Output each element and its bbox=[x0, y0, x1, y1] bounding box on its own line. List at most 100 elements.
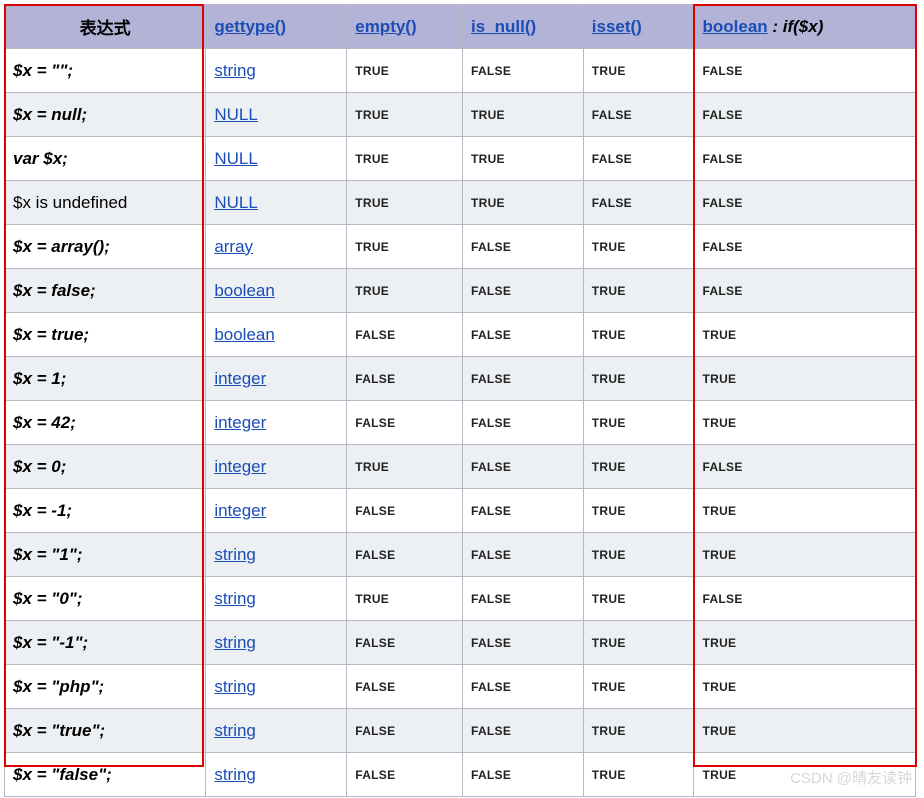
cell-isset: FALSE bbox=[583, 181, 694, 225]
cell-isset: FALSE bbox=[583, 93, 694, 137]
type-link[interactable]: string bbox=[214, 589, 256, 608]
header-isnull[interactable]: is_null() bbox=[462, 5, 583, 49]
cell-isnull: FALSE bbox=[462, 753, 583, 797]
cell-empty: TRUE bbox=[347, 49, 463, 93]
empty-link[interactable]: empty() bbox=[355, 17, 416, 36]
cell-isset: FALSE bbox=[583, 137, 694, 181]
type-link[interactable]: integer bbox=[214, 457, 266, 476]
table-row: $x = "php";stringFALSEFALSETRUETRUE bbox=[5, 665, 916, 709]
cell-empty: FALSE bbox=[347, 533, 463, 577]
type-comparison-table: 表达式 gettype() empty() is_null() isset() … bbox=[4, 4, 916, 797]
type-link[interactable]: string bbox=[214, 545, 256, 564]
cell-gettype: NULL bbox=[206, 181, 347, 225]
boolean-link[interactable]: boolean bbox=[702, 17, 767, 36]
cell-isset: TRUE bbox=[583, 445, 694, 489]
cell-empty: FALSE bbox=[347, 401, 463, 445]
cell-expression: $x = "-1"; bbox=[5, 621, 206, 665]
header-isset[interactable]: isset() bbox=[583, 5, 694, 49]
cell-empty: TRUE bbox=[347, 445, 463, 489]
cell-gettype: string bbox=[206, 533, 347, 577]
cell-empty: FALSE bbox=[347, 357, 463, 401]
cell-isset: TRUE bbox=[583, 489, 694, 533]
cell-boolean: FALSE bbox=[694, 445, 916, 489]
table-row: $x = 1;integerFALSEFALSETRUETRUE bbox=[5, 357, 916, 401]
table-row: $x = -1;integerFALSEFALSETRUETRUE bbox=[5, 489, 916, 533]
cell-gettype: integer bbox=[206, 489, 347, 533]
header-empty[interactable]: empty() bbox=[347, 5, 463, 49]
cell-isset: TRUE bbox=[583, 401, 694, 445]
cell-isnull: FALSE bbox=[462, 401, 583, 445]
cell-empty: FALSE bbox=[347, 313, 463, 357]
type-link[interactable]: integer bbox=[214, 369, 266, 388]
cell-isnull: FALSE bbox=[462, 225, 583, 269]
table-row: var $x;NULLTRUETRUEFALSEFALSE bbox=[5, 137, 916, 181]
cell-empty: TRUE bbox=[347, 225, 463, 269]
type-link[interactable]: NULL bbox=[214, 149, 257, 168]
cell-isset: TRUE bbox=[583, 533, 694, 577]
cell-gettype: NULL bbox=[206, 137, 347, 181]
type-link[interactable]: NULL bbox=[214, 105, 257, 124]
cell-isset: TRUE bbox=[583, 49, 694, 93]
cell-empty: TRUE bbox=[347, 93, 463, 137]
boolean-ifx: : if($x) bbox=[768, 17, 824, 36]
cell-empty: FALSE bbox=[347, 665, 463, 709]
type-link[interactable]: NULL bbox=[214, 193, 257, 212]
cell-expression: $x = 42; bbox=[5, 401, 206, 445]
cell-boolean: FALSE bbox=[694, 269, 916, 313]
type-link[interactable]: integer bbox=[214, 413, 266, 432]
type-link[interactable]: boolean bbox=[214, 281, 275, 300]
table-row: $x = true;booleanFALSEFALSETRUETRUE bbox=[5, 313, 916, 357]
cell-isset: TRUE bbox=[583, 621, 694, 665]
cell-boolean: TRUE bbox=[694, 709, 916, 753]
table-row: $x = "0";stringTRUEFALSETRUEFALSE bbox=[5, 577, 916, 621]
gettype-link[interactable]: gettype() bbox=[214, 17, 286, 36]
cell-gettype: boolean bbox=[206, 269, 347, 313]
cell-boolean: FALSE bbox=[694, 93, 916, 137]
cell-expression: $x = 0; bbox=[5, 445, 206, 489]
cell-isset: TRUE bbox=[583, 577, 694, 621]
cell-gettype: integer bbox=[206, 357, 347, 401]
cell-expression: $x = "0"; bbox=[5, 577, 206, 621]
cell-expression: $x = ""; bbox=[5, 49, 206, 93]
cell-empty: FALSE bbox=[347, 621, 463, 665]
cell-boolean: TRUE bbox=[694, 489, 916, 533]
table-row: $x = "1";stringFALSEFALSETRUETRUE bbox=[5, 533, 916, 577]
cell-boolean: TRUE bbox=[694, 401, 916, 445]
table-row: $x = 0;integerTRUEFALSETRUEFALSE bbox=[5, 445, 916, 489]
type-link[interactable]: string bbox=[214, 721, 256, 740]
cell-gettype: string bbox=[206, 665, 347, 709]
cell-boolean: TRUE bbox=[694, 357, 916, 401]
cell-gettype: string bbox=[206, 49, 347, 93]
cell-isnull: FALSE bbox=[462, 533, 583, 577]
cell-expression: $x = "1"; bbox=[5, 533, 206, 577]
type-link[interactable]: array bbox=[214, 237, 253, 256]
cell-isnull: FALSE bbox=[462, 49, 583, 93]
header-boolean: boolean : if($x) bbox=[694, 5, 916, 49]
cell-boolean: TRUE bbox=[694, 665, 916, 709]
type-comparison-table-wrap: 表达式 gettype() empty() is_null() isset() … bbox=[4, 4, 916, 797]
table-row: $x = "true";stringFALSEFALSETRUETRUE bbox=[5, 709, 916, 753]
isnull-link[interactable]: is_null() bbox=[471, 17, 536, 36]
cell-empty: TRUE bbox=[347, 137, 463, 181]
type-link[interactable]: string bbox=[214, 633, 256, 652]
table-row: $x = 42;integerFALSEFALSETRUETRUE bbox=[5, 401, 916, 445]
cell-empty: FALSE bbox=[347, 753, 463, 797]
type-link[interactable]: boolean bbox=[214, 325, 275, 344]
cell-boolean: FALSE bbox=[694, 49, 916, 93]
table-row: $x = "false";stringFALSEFALSETRUETRUE bbox=[5, 753, 916, 797]
cell-expression: $x = "false"; bbox=[5, 753, 206, 797]
type-link[interactable]: string bbox=[214, 765, 256, 784]
type-link[interactable]: string bbox=[214, 61, 256, 80]
cell-expression: $x = null; bbox=[5, 93, 206, 137]
type-link[interactable]: integer bbox=[214, 501, 266, 520]
header-gettype[interactable]: gettype() bbox=[206, 5, 347, 49]
table-header-row: 表达式 gettype() empty() is_null() isset() … bbox=[5, 5, 916, 49]
type-link[interactable]: string bbox=[214, 677, 256, 696]
cell-empty: FALSE bbox=[347, 709, 463, 753]
cell-gettype: boolean bbox=[206, 313, 347, 357]
table-row: $x = "-1";stringFALSEFALSETRUETRUE bbox=[5, 621, 916, 665]
table-row: $x = null;NULLTRUETRUEFALSEFALSE bbox=[5, 93, 916, 137]
cell-expression: $x = "php"; bbox=[5, 665, 206, 709]
cell-boolean: FALSE bbox=[694, 225, 916, 269]
isset-link[interactable]: isset() bbox=[592, 17, 642, 36]
